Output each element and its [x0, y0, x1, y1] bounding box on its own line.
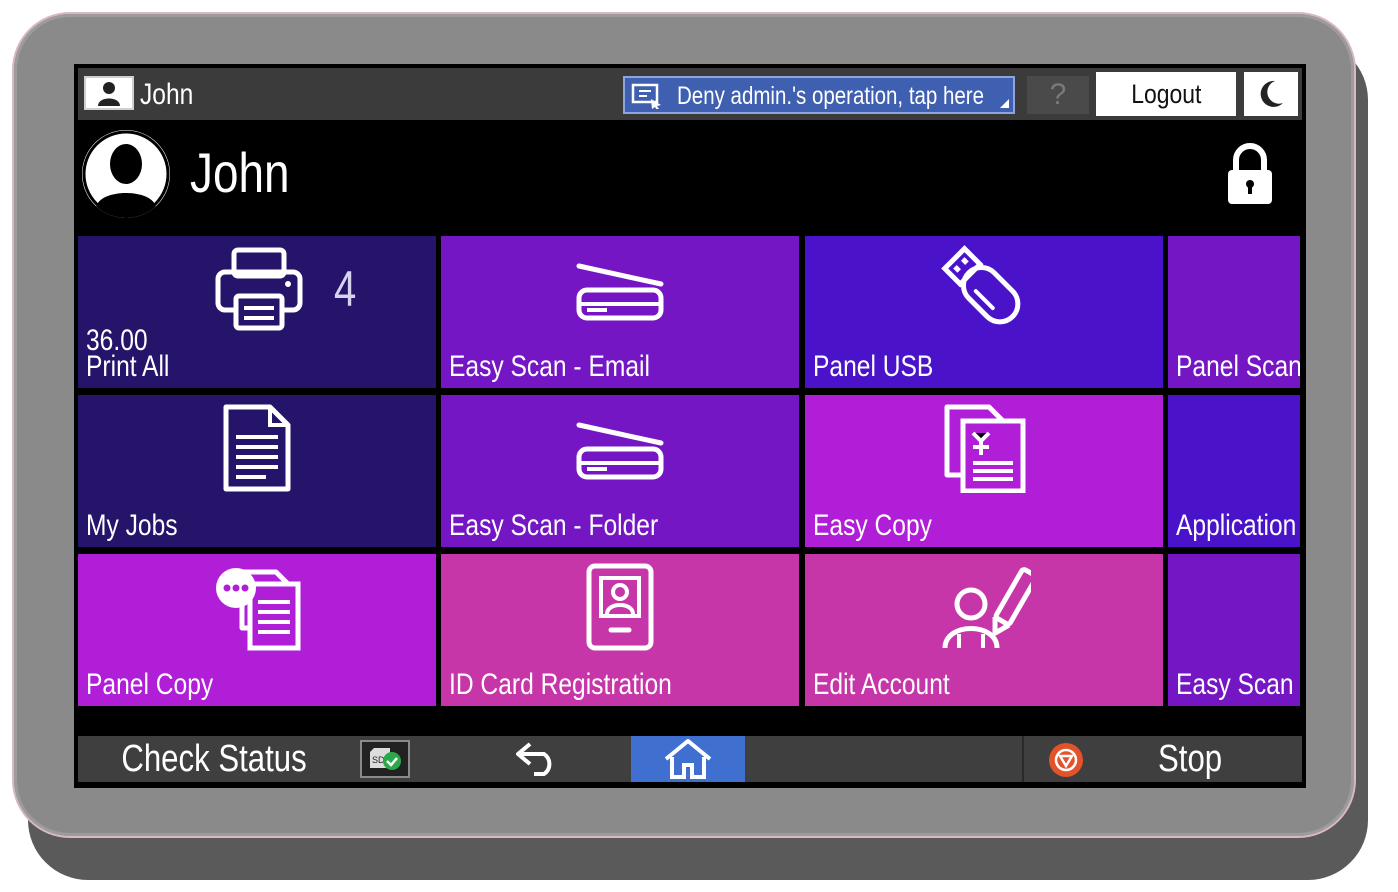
divider [1022, 736, 1024, 782]
svg-text:SD: SD [372, 755, 385, 765]
check-status-button[interactable]: Check Status [78, 736, 350, 782]
logout-label: Logout [1130, 78, 1202, 109]
tile-panel-copy[interactable]: Panel Copy [78, 554, 436, 706]
topbar-user-name: John [140, 78, 194, 111]
tile-easy-copy[interactable]: Easy Copy [805, 395, 1163, 547]
tile-label: Application L [1176, 509, 1300, 542]
copy-chat-icon [216, 568, 301, 651]
edit-account-icon [942, 567, 1031, 649]
remote-operation-icon [631, 83, 661, 109]
tile-label: Easy Scan - Folder [449, 509, 659, 542]
bottom-bar: Check Status SD Stop [78, 736, 1302, 782]
id-card-icon [586, 563, 654, 651]
deny-admin-label: Deny admin.'s operation, tap here [677, 82, 985, 110]
tile-label: Easy Scan wi [1176, 668, 1300, 701]
usb-drive-icon [941, 245, 1021, 325]
printer-icon [215, 247, 303, 331]
touch-screen: John Deny admin.'s operation, tap here ?… [74, 64, 1306, 788]
lock-icon[interactable] [1224, 142, 1276, 206]
stop-label: Stop [1158, 737, 1223, 780]
tile-label: Panel USB [813, 350, 934, 383]
stop-button[interactable]: Stop [1158, 736, 1236, 782]
home-button[interactable] [631, 736, 745, 782]
tile-edit-account[interactable]: Edit Account [805, 554, 1163, 706]
avatar [82, 130, 170, 218]
help-button[interactable]: ? [1027, 76, 1089, 114]
tile-label: Easy Copy [813, 509, 932, 542]
deny-admin-operation-button[interactable]: Deny admin.'s operation, tap here [623, 76, 1015, 114]
tile-id-card-registration[interactable]: ID Card Registration [441, 554, 799, 706]
tile-label: Easy Scan - Email [449, 350, 650, 383]
user-badge[interactable] [84, 76, 134, 110]
user-icon [98, 82, 120, 106]
tile-my-jobs[interactable]: My Jobs [78, 395, 436, 547]
check-status-label: Check Status [121, 737, 307, 780]
night-mode-button[interactable] [1244, 72, 1298, 116]
tile-easy-scan-wi[interactable]: Easy Scan wi [1168, 554, 1300, 706]
tile-label: Panel Scan [1176, 350, 1300, 383]
user-silhouette-icon [82, 130, 170, 218]
stop-icon[interactable] [1048, 742, 1084, 778]
logout-button[interactable]: Logout [1096, 72, 1236, 116]
tile-easy-scan-email[interactable]: Easy Scan - Email [441, 236, 799, 388]
tile-label: Edit Account [813, 668, 950, 701]
print-job-count: 4 [334, 261, 357, 317]
status-bar: John Deny admin.'s operation, tap here ?… [78, 68, 1302, 120]
expand-corner-icon [1000, 99, 1009, 108]
sd-card-ok-icon: SD [370, 748, 401, 770]
tile-panel-usb[interactable]: Panel USB [805, 236, 1163, 388]
tile-print-all[interactable]: 4 36.00 Print All [78, 236, 436, 388]
tile-panel-scan[interactable]: Panel Scan [1168, 236, 1300, 388]
tile-label: ID Card Registration [449, 668, 672, 701]
document-icon [223, 404, 291, 492]
scanner-icon [576, 263, 664, 321]
tile-label: Panel Copy [86, 668, 214, 701]
scanner-icon [576, 422, 664, 480]
page-title-user-name: John [190, 141, 290, 204]
copy-documents-icon [944, 404, 1026, 493]
tile-application-list[interactable]: Application L [1168, 395, 1300, 547]
moon-icon [1260, 80, 1283, 107]
tile-label: Print All [86, 350, 170, 383]
tile-easy-scan-folder[interactable]: Easy Scan - Folder [441, 395, 799, 547]
home-icon [664, 739, 712, 779]
back-button[interactable] [498, 736, 578, 782]
tile-label: My Jobs [86, 509, 178, 542]
back-arrow-icon [516, 742, 552, 776]
sd-card-status-button[interactable]: SD [360, 740, 410, 778]
